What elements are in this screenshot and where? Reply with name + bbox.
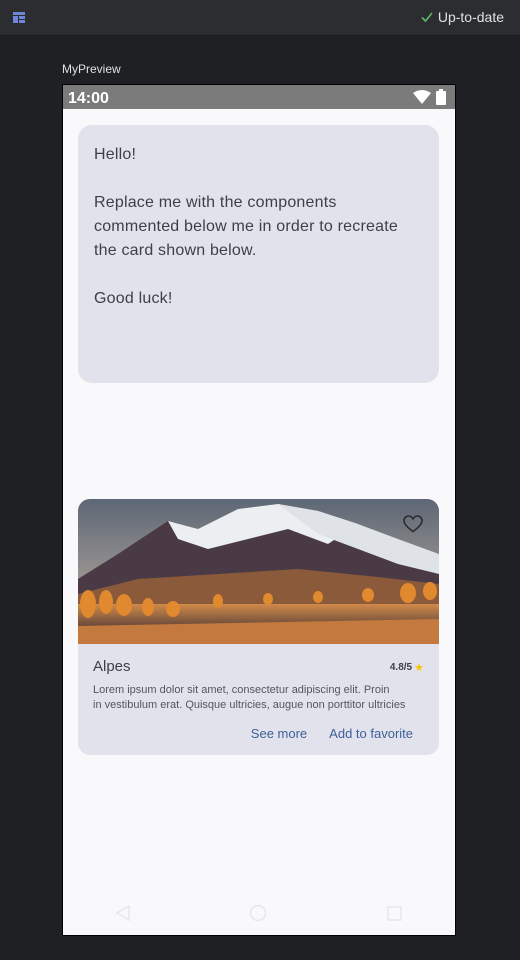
hello-card: Hello! Replace me with the components co… (78, 125, 439, 383)
layout-icon[interactable] (13, 12, 25, 23)
status-bar: 14:00 (63, 85, 455, 109)
add-to-favorite-button[interactable]: Add to favorite (329, 726, 413, 741)
good-luck-text: Good luck! (94, 290, 173, 307)
mountain-photo (78, 499, 439, 644)
card-actions: See more Add to favorite (251, 726, 413, 741)
navigation-bar (63, 889, 455, 935)
clock: 14:00 (68, 90, 109, 107)
device-frame: 14:00 Hello! Replace me with the compone… (62, 84, 456, 936)
hello-line: Hello! (94, 146, 137, 163)
place-card: Alpes 4.8/5 ★ Lorem ipsum dolor sit amet… (78, 499, 439, 755)
ide-toolbar: Up-to-date (0, 0, 520, 36)
star-icon: ★ (414, 662, 424, 674)
rating-badge: 4.8/5 ★ (390, 661, 424, 674)
check-icon (421, 12, 433, 23)
place-title: Alpes (93, 658, 131, 675)
card-header: Alpes 4.8/5 ★ (93, 658, 424, 678)
description-line-2: in vestibulum erat. Quisque ultricies, a… (93, 699, 406, 711)
triangle-back-icon[interactable] (115, 905, 131, 921)
rating-value: 4.8/5 (389, 662, 413, 673)
wifi-icon (413, 90, 431, 104)
heart-outline-icon[interactable] (403, 515, 423, 533)
place-description: Lorem ipsum dolor sit amet, consectetur … (93, 683, 424, 713)
build-status: Up-to-date (420, 9, 504, 25)
circle-home-icon[interactable] (249, 904, 267, 922)
battery-icon (436, 89, 446, 105)
description-line-1: Lorem ipsum dolor sit amet, consectetur … (93, 684, 390, 696)
status-text: Up-to-date (437, 9, 504, 25)
see-more-button[interactable]: See more (251, 726, 307, 741)
square-recents-icon[interactable] (387, 906, 402, 921)
instruction-text: Replace me with the components commented… (94, 194, 398, 259)
preview-title: MyPreview (62, 62, 121, 76)
